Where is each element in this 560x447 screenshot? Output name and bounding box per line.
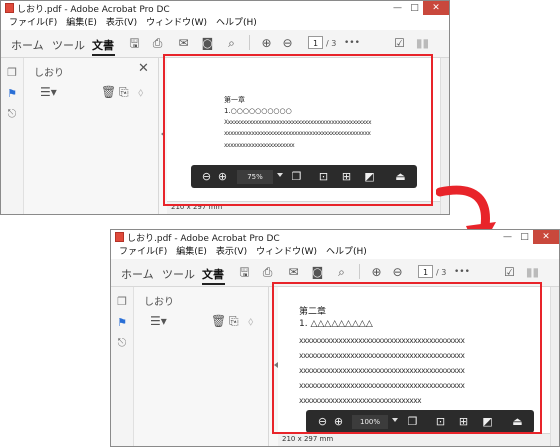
- bookmark-panel: しおり ✕ ☰▾ 🗑 ⎘ ⬨: [24, 58, 159, 214]
- page-size-label: 210 x 297 mm: [282, 435, 334, 443]
- print-icon[interactable]: ⎙: [260, 265, 275, 279]
- maximize-button[interactable]: □: [516, 230, 533, 244]
- bookmark-panel-title: しおり: [34, 68, 64, 79]
- menu-bar: ファイル(F) 編集(E) 表示(V) ウィンドウ(W) ヘルプ(H): [1, 16, 449, 31]
- left-rail: ❐ ⚑ ⎋: [111, 287, 134, 446]
- left-rail: ❐ ⚑ ⎋: [1, 58, 24, 214]
- account-icon[interactable]: ▮▮: [415, 36, 430, 50]
- account-icon[interactable]: ▮▮: [525, 265, 540, 279]
- highlight-box-after: [272, 282, 542, 434]
- maximize-button[interactable]: □: [406, 1, 423, 15]
- title-bar[interactable]: しおり.pdf - Adobe Acrobat Pro DC — □ ✕: [1, 1, 449, 16]
- scan-icon[interactable]: ◙: [200, 36, 215, 50]
- page-down-icon[interactable]: ⊖: [280, 36, 295, 50]
- close-button[interactable]: ✕: [423, 1, 449, 15]
- window-controls: — □ ✕: [389, 1, 449, 16]
- page-total: / 3: [326, 39, 337, 48]
- menu-file[interactable]: ファイル(F): [119, 245, 167, 259]
- delete-icon[interactable]: 🗑: [101, 85, 116, 99]
- menu-help[interactable]: ヘルプ(H): [326, 245, 367, 259]
- pdf-app-icon: [5, 3, 14, 13]
- new-bookmark-icon[interactable]: ⎘: [119, 85, 129, 100]
- page-down-icon[interactable]: ⊖: [390, 265, 405, 279]
- window-title: しおり.pdf - Adobe Acrobat Pro DC: [17, 5, 170, 15]
- bookmark-panel: しおり ☰▾ 🗑 ⎘ ⬨: [134, 287, 269, 446]
- search-icon[interactable]: ⌕: [224, 36, 239, 50]
- options-icon[interactable]: ☰▾: [150, 314, 167, 328]
- highlight-box-before: [163, 54, 433, 206]
- tab-home[interactable]: ホーム: [121, 266, 154, 282]
- menu-view[interactable]: 表示(V): [106, 16, 137, 30]
- window-controls: — □ ✕: [499, 230, 559, 245]
- vertical-scrollbar[interactable]: [550, 287, 559, 446]
- expand-icon[interactable]: ⬨: [248, 314, 253, 329]
- menu-view[interactable]: 表示(V): [216, 245, 247, 259]
- mail-icon[interactable]: ✉: [286, 265, 301, 279]
- pages-icon[interactable]: ❐: [116, 296, 128, 308]
- search-icon[interactable]: ⌕: [334, 265, 349, 279]
- minimize-button[interactable]: —: [389, 1, 406, 15]
- save-icon[interactable]: 🖫: [127, 36, 142, 50]
- attachment-icon[interactable]: ⎋: [116, 337, 128, 349]
- bookmark-panel-title: しおり: [144, 297, 174, 308]
- menu-edit[interactable]: 編集(E): [176, 245, 207, 259]
- bookmark-icon[interactable]: ⚑: [6, 88, 18, 100]
- tab-document[interactable]: 文書: [202, 266, 224, 282]
- new-bookmark-icon[interactable]: ⎘: [229, 314, 239, 329]
- toolbar-separator: [249, 35, 250, 50]
- menu-window[interactable]: ウィンドウ(W): [256, 245, 317, 259]
- attachment-icon[interactable]: ⎋: [6, 108, 18, 120]
- tab-home[interactable]: ホーム: [11, 37, 44, 53]
- tab-document[interactable]: 文書: [92, 37, 114, 53]
- close-icon[interactable]: ✕: [138, 61, 149, 76]
- more-icon[interactable]: •••: [344, 36, 360, 50]
- options-icon[interactable]: ☰▾: [40, 85, 57, 99]
- save-icon[interactable]: 🖫: [237, 265, 252, 279]
- page-number-input[interactable]: 1: [308, 36, 323, 49]
- bookmark-icon[interactable]: ⚑: [116, 317, 128, 329]
- more-icon[interactable]: •••: [454, 265, 470, 279]
- active-tab-indicator: [202, 283, 225, 285]
- page-up-icon[interactable]: ⊕: [369, 265, 384, 279]
- menu-window[interactable]: ウィンドウ(W): [146, 16, 207, 30]
- menu-bar: ファイル(F) 編集(E) 表示(V) ウィンドウ(W) ヘルプ(H): [111, 245, 559, 260]
- tab-tools[interactable]: ツール: [52, 37, 85, 53]
- sign-icon[interactable]: ☑: [502, 265, 517, 279]
- window-title: しおり.pdf - Adobe Acrobat Pro DC: [127, 234, 280, 244]
- minimize-button[interactable]: —: [499, 230, 516, 244]
- tab-tools[interactable]: ツール: [162, 266, 195, 282]
- page-up-icon[interactable]: ⊕: [259, 36, 274, 50]
- status-bar: 210 x 297 mm: [278, 433, 551, 446]
- toolbar-separator: [359, 264, 360, 279]
- page-number-input[interactable]: 1: [418, 265, 433, 278]
- close-button[interactable]: ✕: [533, 230, 559, 244]
- pdf-app-icon: [115, 232, 124, 242]
- title-bar[interactable]: しおり.pdf - Adobe Acrobat Pro DC — □ ✕: [111, 230, 559, 245]
- scan-icon[interactable]: ◙: [310, 265, 325, 279]
- menu-file[interactable]: ファイル(F): [9, 16, 57, 30]
- pages-icon[interactable]: ❐: [6, 67, 18, 79]
- menu-edit[interactable]: 編集(E): [66, 16, 97, 30]
- menu-help[interactable]: ヘルプ(H): [216, 16, 257, 30]
- delete-icon[interactable]: 🗑: [211, 314, 226, 328]
- active-tab-indicator: [92, 54, 115, 56]
- print-icon[interactable]: ⎙: [150, 36, 165, 50]
- mail-icon[interactable]: ✉: [176, 36, 191, 50]
- page-total: / 3: [436, 268, 447, 277]
- sign-icon[interactable]: ☑: [392, 36, 407, 50]
- expand-icon[interactable]: ⬨: [138, 85, 143, 100]
